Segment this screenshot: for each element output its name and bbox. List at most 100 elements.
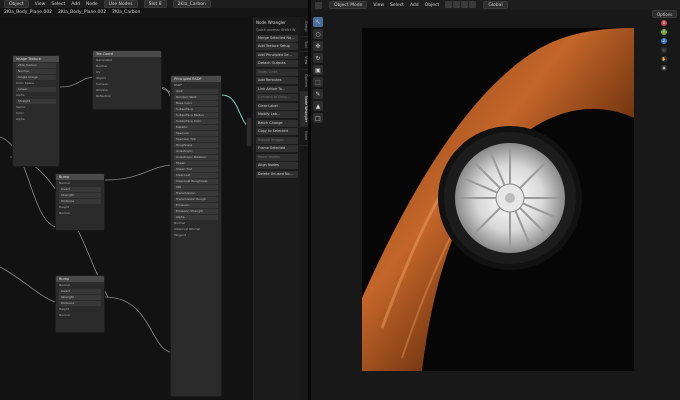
- tab-node[interactable]: Node: [300, 127, 308, 146]
- emission-strength-field[interactable]: Emission Strength: [174, 209, 218, 214]
- x-axis-icon[interactable]: X: [661, 20, 667, 26]
- subsurface-field[interactable]: Subsurface: [174, 107, 218, 112]
- navigation-gizmo[interactable]: X Y Z ⌕ ✋ ▣: [650, 17, 678, 87]
- invert-checkbox[interactable]: Invert: [59, 289, 101, 294]
- breadcrumb-material[interactable]: 2Kla_Carbon: [112, 10, 140, 15]
- roughness-field[interactable]: Roughness: [174, 143, 218, 148]
- transform-tool-icon[interactable]: ⬚: [313, 77, 323, 87]
- merge-selected-button[interactable]: Merge Selected No...: [256, 34, 298, 42]
- alpha-select[interactable]: Straight: [16, 99, 56, 104]
- image-texture-node[interactable]: Image Texture 2Kla_Carbon Normal Single …: [12, 55, 60, 167]
- editor-mode-select[interactable]: Object: [4, 0, 29, 8]
- editor-type-icon[interactable]: [315, 1, 322, 9]
- detach-outputs-button[interactable]: Detach Outputs: [256, 60, 298, 67]
- sheen-field[interactable]: Sheen: [174, 161, 218, 166]
- cursor-tool-icon[interactable]: ○: [313, 29, 323, 39]
- menu-node[interactable]: Node: [86, 2, 98, 7]
- add-reroutes-button[interactable]: Add Reroutes: [256, 77, 298, 84]
- anisotropic-field[interactable]: Anisotropic: [174, 149, 218, 154]
- slot-select[interactable]: Slot 8: [143, 0, 167, 8]
- interpolation-select[interactable]: Normal: [16, 69, 56, 74]
- camera-view-icon[interactable]: ▣: [661, 65, 667, 71]
- clearcoat-roughness-field[interactable]: Clearcoat Roughness: [174, 179, 218, 184]
- transmission-field[interactable]: Transmission: [174, 191, 218, 196]
- material-output-node[interactable]: [246, 117, 252, 147]
- menu-add[interactable]: Add: [71, 2, 80, 7]
- tex-coord-node[interactable]: Tex Coord Generated Normal UV Object Cam…: [92, 50, 162, 110]
- menu-view[interactable]: View: [373, 3, 384, 8]
- ior-field[interactable]: IOR: [174, 185, 218, 190]
- annotate-tool-icon[interactable]: ✎: [313, 89, 323, 99]
- sheen-tint-field[interactable]: Sheen Tint: [174, 167, 218, 172]
- tab-options[interactable]: Options: [300, 70, 308, 93]
- y-axis-icon[interactable]: Y: [661, 29, 667, 35]
- frame-selected-button[interactable]: Frame Selected: [256, 145, 298, 152]
- delete-unused-nodes-button[interactable]: Delete Unused No...: [256, 170, 298, 178]
- connect-to-output-button[interactable]: Connect to Outp...: [256, 94, 298, 101]
- snap-icon[interactable]: [445, 0, 453, 8]
- subsurface-color-field[interactable]: Subsurface Color: [174, 119, 218, 124]
- rotate-tool-icon[interactable]: ↻: [313, 53, 323, 63]
- material-select[interactable]: 2Kla_Carbon: [172, 0, 211, 8]
- tab-group[interactable]: Group: [300, 17, 308, 37]
- swap-links-button[interactable]: Swap Links: [256, 68, 298, 76]
- distribution-select[interactable]: GGX: [174, 89, 218, 94]
- hand-pan-icon[interactable]: ✋: [661, 56, 667, 62]
- specular-field[interactable]: Specular: [174, 131, 218, 136]
- add-texture-setup-button[interactable]: Add Texture Setup: [256, 43, 298, 50]
- scale-tool-icon[interactable]: ▣: [313, 65, 323, 75]
- measure-tool-icon[interactable]: ▲: [313, 101, 323, 111]
- alpha-field[interactable]: Alpha: [174, 215, 218, 220]
- bump-node[interactable]: Bump Normal Invert Strength Distance Hei…: [55, 275, 105, 333]
- breadcrumb-object[interactable]: 2Kla_Body_Plane.002: [4, 10, 52, 15]
- breadcrumb-mesh[interactable]: 2Kla_Body_Plane.002: [58, 10, 106, 15]
- move-tool-icon[interactable]: ✜: [313, 41, 323, 51]
- menu-view[interactable]: View: [35, 2, 46, 7]
- add-principled-setup-button[interactable]: Add Principled Se...: [256, 51, 298, 59]
- colorspace-select[interactable]: Linear: [16, 87, 56, 92]
- select-tool-icon[interactable]: ↖: [313, 17, 323, 27]
- proportional-icon[interactable]: [453, 0, 461, 8]
- modify-labels-button[interactable]: Modify Lab...: [256, 111, 298, 118]
- strength-field[interactable]: Strength: [59, 295, 101, 300]
- add-cube-tool-icon[interactable]: □: [313, 113, 323, 123]
- transmission-roughness-field[interactable]: Transmission Rough: [174, 197, 218, 202]
- principled-bsdf-node[interactable]: Principled BSDF BSDF GGX Random Walk Bas…: [170, 75, 222, 397]
- clearcoat-field[interactable]: Clearcoat: [174, 173, 218, 178]
- reload-images-button[interactable]: Reload Images: [256, 136, 298, 144]
- align-nodes-button[interactable]: Align Nodes: [256, 162, 298, 169]
- z-axis-icon[interactable]: Z: [661, 38, 667, 44]
- object-mode-select[interactable]: Object Mode: [329, 1, 368, 9]
- subsurface-method-select[interactable]: Random Walk: [174, 95, 218, 100]
- zoom-icon[interactable]: ⌕: [661, 47, 667, 53]
- specular-tint-field[interactable]: Specular Tint: [174, 137, 218, 142]
- shading-icon[interactable]: [469, 0, 477, 8]
- image-select[interactable]: 2Kla_Carbon: [16, 63, 56, 68]
- subsurface-radius-field[interactable]: Subsurface Radius: [174, 113, 218, 118]
- link-active-button[interactable]: Link Active To...: [256, 85, 298, 93]
- menu-object[interactable]: Object: [425, 3, 440, 8]
- emission-field[interactable]: Emission: [174, 203, 218, 208]
- reset-nodes-button[interactable]: Reset Nodes: [256, 153, 298, 161]
- menu-add[interactable]: Add: [410, 3, 419, 8]
- clear-label-button[interactable]: Clear Label: [256, 102, 298, 110]
- use-nodes-toggle[interactable]: Use Nodes: [103, 0, 138, 8]
- menu-select[interactable]: Select: [390, 3, 404, 8]
- batch-change-button[interactable]: Batch Change: [256, 119, 298, 127]
- invert-checkbox[interactable]: Invert: [59, 187, 101, 192]
- transform-orientation-select[interactable]: Global: [483, 1, 508, 9]
- overlay-icon[interactable]: [461, 0, 469, 8]
- anisotropic-rotation-field[interactable]: Anisotropic Rotation: [174, 155, 218, 160]
- distance-field[interactable]: Distance: [59, 199, 101, 204]
- tab-node-wrangler[interactable]: Node Wrangler: [300, 92, 308, 128]
- strength-field[interactable]: Strength: [59, 193, 101, 198]
- distance-field[interactable]: Distance: [59, 301, 101, 306]
- bump-node[interactable]: Bump Normal Invert Strength Distance Hei…: [55, 173, 105, 231]
- tab-tool[interactable]: Tool: [300, 37, 308, 53]
- base-color-field[interactable]: Base Color: [174, 101, 218, 106]
- copy-to-selected-button[interactable]: Copy to Selected: [256, 128, 298, 135]
- menu-select[interactable]: Select: [51, 2, 65, 7]
- tab-view[interactable]: View: [300, 52, 308, 70]
- source-select[interactable]: Single Image: [16, 75, 56, 80]
- metallic-field[interactable]: Metallic: [174, 125, 218, 130]
